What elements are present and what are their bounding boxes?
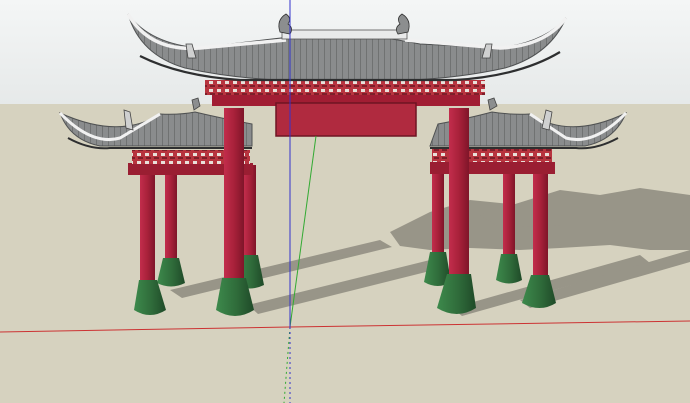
right-back-pillar [503, 173, 515, 258]
central-plaque [275, 102, 417, 137]
left-back-pillar [165, 175, 177, 260]
right-front-pillar [533, 168, 548, 278]
main-roof-top-ridge [281, 29, 408, 40]
model-viewport[interactable] [0, 0, 690, 403]
right-beam [430, 162, 555, 174]
center-right-pillar [449, 108, 469, 280]
center-left-pillar [224, 108, 244, 283]
central-bracket-band [205, 80, 485, 95]
left-inner-back-pillar [244, 165, 256, 257]
sketchup-scene[interactable] [0, 0, 690, 403]
left-front-pillar [140, 168, 155, 283]
